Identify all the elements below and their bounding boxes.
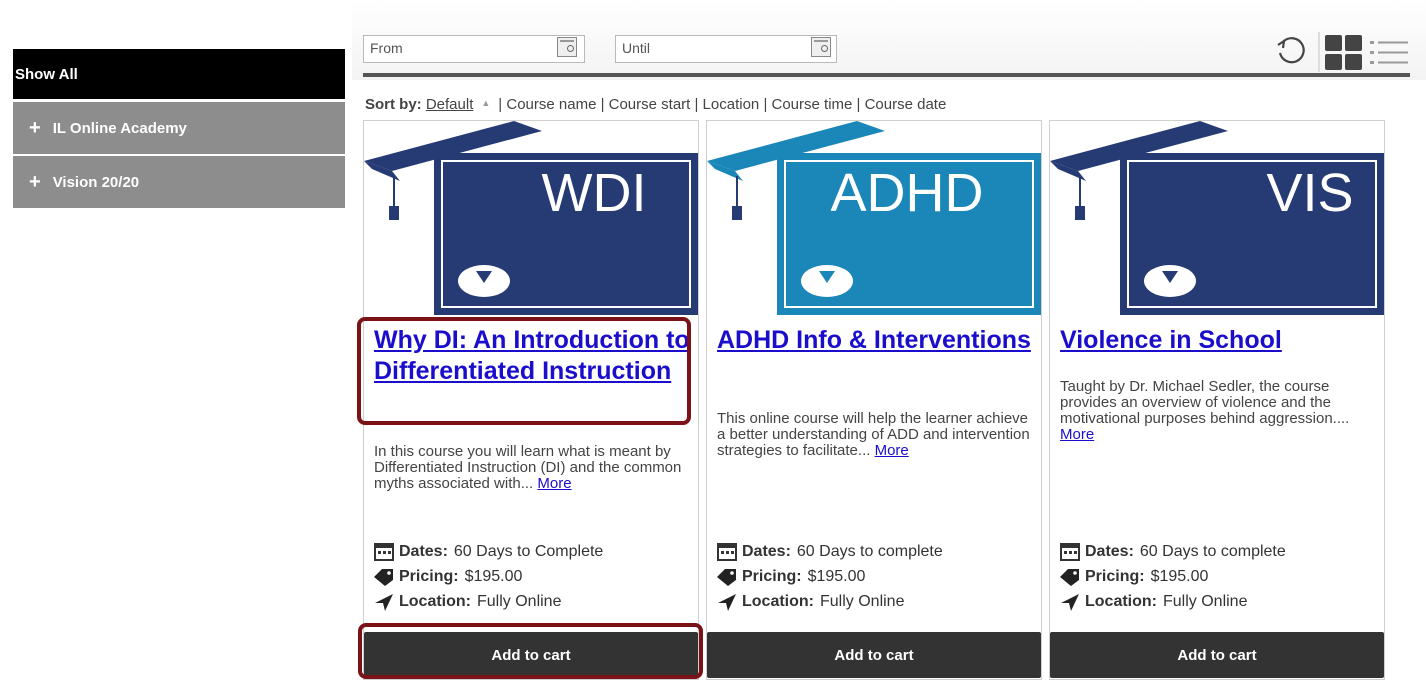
refresh-icon[interactable]: [1274, 33, 1308, 67]
add-to-cart-button[interactable]: Add to cart: [364, 632, 698, 678]
sidebar-item-label: Vision 20/20: [52, 173, 140, 191]
until-calendar-icon[interactable]: [811, 37, 831, 57]
until-date-input[interactable]: Until: [615, 35, 837, 63]
course-badge-text: VIS: [1266, 163, 1353, 223]
grid-view-icon[interactable]: [1325, 35, 1363, 71]
pricing-value: $195.00: [807, 567, 866, 585]
course-badge-text: WDI: [542, 163, 647, 223]
location-label: Location:: [742, 592, 814, 610]
course-card: ADHD ADHD Info & Interventions This onli…: [706, 120, 1042, 680]
sort-asc-icon: ▲: [481, 98, 491, 108]
calendar-icon: [716, 542, 738, 562]
list-view-icon[interactable]: [1370, 39, 1408, 67]
category-sidebar: Show All + IL Online Academy + Vision 20…: [13, 49, 345, 210]
pricing-label: Pricing:: [399, 567, 459, 585]
price-tag-icon: [1059, 567, 1081, 587]
filter-divider: [363, 73, 1410, 77]
from-date-placeholder: From: [370, 40, 403, 56]
course-meta: Dates: 60 Days to Complete Pricing: $195…: [373, 539, 693, 614]
until-date-placeholder: Until: [622, 40, 651, 56]
location-arrow-icon: [1059, 592, 1081, 612]
location-value: Fully Online: [477, 592, 562, 610]
location-arrow-icon: [373, 592, 395, 612]
dates-value: 60 Days to Complete: [453, 542, 604, 560]
sort-options[interactable]: | Course name | Course start | Location …: [498, 96, 946, 113]
location-label: Location:: [399, 592, 471, 610]
sort-bar: Sort by: Default ▲ | Course name | Course …: [365, 96, 946, 113]
dates-label: Dates:: [742, 542, 791, 560]
from-date-input[interactable]: From: [363, 35, 585, 63]
dates-label: Dates:: [399, 542, 448, 560]
more-link[interactable]: More: [1060, 426, 1094, 443]
course-badge-text: ADHD: [830, 163, 983, 223]
sidebar-item-show-all[interactable]: Show All: [13, 49, 345, 99]
add-to-cart-button[interactable]: Add to cart: [1050, 632, 1384, 678]
course-description-text: Taught by Dr. Michael Sedler, the course…: [1060, 378, 1350, 427]
sort-label: Sort by:: [365, 96, 422, 113]
dates-label: Dates:: [1085, 542, 1134, 560]
sidebar-item-label: Show All: [15, 65, 78, 83]
course-title-link[interactable]: Violence in School: [1060, 325, 1378, 356]
course-title-link[interactable]: ADHD Info & Interventions: [717, 325, 1035, 356]
course-description: In this course you will learn what is me…: [374, 444, 690, 492]
dates-value: 60 Days to complete: [796, 542, 943, 560]
expand-icon: +: [29, 117, 41, 139]
course-description-text: This online course will help the learner…: [717, 410, 1030, 459]
course-meta: Dates: 60 Days to complete Pricing: $195…: [716, 539, 1036, 614]
pricing-value: $195.00: [1150, 567, 1209, 585]
course-description: This online course will help the learner…: [717, 411, 1033, 459]
sidebar-item-label: IL Online Academy: [52, 119, 187, 137]
course-title-link[interactable]: Why DI: An Introduction to Differentiate…: [374, 325, 692, 387]
pricing-label: Pricing:: [742, 567, 802, 585]
more-link[interactable]: More: [537, 475, 571, 492]
price-tag-icon: [373, 567, 395, 587]
calendar-icon: [1059, 542, 1081, 562]
location-label: Location:: [1085, 592, 1157, 610]
sidebar-item-il-online-academy[interactable]: + IL Online Academy: [13, 102, 345, 154]
sidebar-item-vision-2020[interactable]: + Vision 20/20: [13, 156, 345, 208]
from-calendar-icon[interactable]: [557, 37, 577, 57]
sort-default-link[interactable]: Default: [426, 96, 474, 113]
course-card: VIS Violence in School Taught by Dr. Mic…: [1049, 120, 1385, 680]
location-value: Fully Online: [820, 592, 905, 610]
expand-icon: +: [29, 171, 41, 193]
add-to-cart-button[interactable]: Add to cart: [707, 632, 1041, 678]
location-value: Fully Online: [1163, 592, 1248, 610]
course-image: VIS: [1050, 121, 1384, 315]
pricing-label: Pricing:: [1085, 567, 1145, 585]
course-description: Taught by Dr. Michael Sedler, the course…: [1060, 379, 1376, 443]
course-meta: Dates: 60 Days to complete Pricing: $195…: [1059, 539, 1379, 614]
view-separator: [1318, 32, 1320, 72]
calendar-icon: [373, 542, 395, 562]
course-card: WDI Why DI: An Introduction to Different…: [363, 120, 699, 680]
more-link[interactable]: More: [875, 442, 909, 459]
course-description-text: In this course you will learn what is me…: [374, 443, 682, 492]
location-arrow-icon: [716, 592, 738, 612]
dates-value: 60 Days to complete: [1139, 542, 1286, 560]
pricing-value: $195.00: [464, 567, 523, 585]
course-image: WDI: [364, 121, 698, 315]
price-tag-icon: [716, 567, 738, 587]
course-image: ADHD: [707, 121, 1041, 315]
